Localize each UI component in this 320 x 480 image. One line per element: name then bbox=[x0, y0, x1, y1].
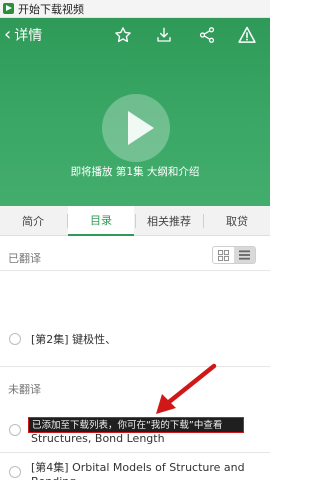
app-download-icon bbox=[3, 3, 14, 14]
warning-icon[interactable] bbox=[235, 23, 259, 47]
episode-title: Structures, Bond Length bbox=[31, 432, 165, 445]
play-button[interactable] bbox=[102, 94, 170, 162]
list-item[interactable]: [第2集] 键极性、 bbox=[0, 330, 270, 350]
untranslated-header: 未翻译 bbox=[8, 383, 41, 396]
tab-divider bbox=[67, 214, 68, 228]
tab-fourth[interactable]: 取贷 bbox=[204, 206, 270, 236]
episode-title: [第2集] 键极性、 bbox=[31, 333, 117, 346]
star-icon[interactable] bbox=[111, 23, 135, 47]
share-icon[interactable] bbox=[195, 23, 219, 47]
divider bbox=[0, 270, 270, 271]
divider bbox=[0, 452, 270, 453]
download-icon[interactable] bbox=[152, 23, 176, 47]
select-radio[interactable] bbox=[9, 424, 21, 436]
tab-catalog[interactable]: 目录 bbox=[68, 206, 134, 236]
episode-title: [第4集] Orbital Models of Structure and Bo… bbox=[31, 461, 245, 480]
grid-view-icon[interactable] bbox=[213, 247, 234, 263]
view-toggle[interactable] bbox=[212, 246, 256, 264]
nav-bar: ‹ 详情 bbox=[0, 18, 270, 52]
video-player[interactable]: ‹ 详情 即将播放 第1集 大纲和介绍 bbox=[0, 18, 270, 206]
list-view-icon[interactable] bbox=[234, 247, 255, 263]
select-radio[interactable] bbox=[9, 333, 21, 345]
tab-divider bbox=[135, 214, 136, 228]
tab-intro[interactable]: 简介 bbox=[0, 206, 66, 236]
translated-header: 已翻译 bbox=[8, 252, 41, 265]
tab-divider bbox=[203, 214, 204, 228]
tab-related[interactable]: 相关推荐 bbox=[136, 206, 202, 236]
back-button[interactable]: ‹ 详情 bbox=[4, 18, 42, 52]
back-label: 详情 bbox=[14, 28, 43, 44]
play-icon bbox=[128, 111, 154, 145]
arrow-annotation bbox=[156, 363, 217, 414]
select-radio[interactable] bbox=[9, 466, 21, 478]
now-playing-text: 即将播放 第1集 大纲和介绍 bbox=[70, 166, 200, 178]
list-item[interactable]: [第4集] Orbital Models of Structure and Bo… bbox=[0, 458, 270, 480]
toast-message: 已添加至下载列表，你可在“我的下载”中查看 bbox=[28, 417, 244, 433]
divider bbox=[0, 366, 270, 367]
status-bar: 开始下载视频 bbox=[0, 0, 270, 18]
back-chevron-icon: ‹ bbox=[4, 24, 12, 45]
status-text: 开始下载视频 bbox=[18, 2, 84, 16]
tab-bar: 简介 目录 相关推荐 取贷 bbox=[0, 206, 270, 236]
